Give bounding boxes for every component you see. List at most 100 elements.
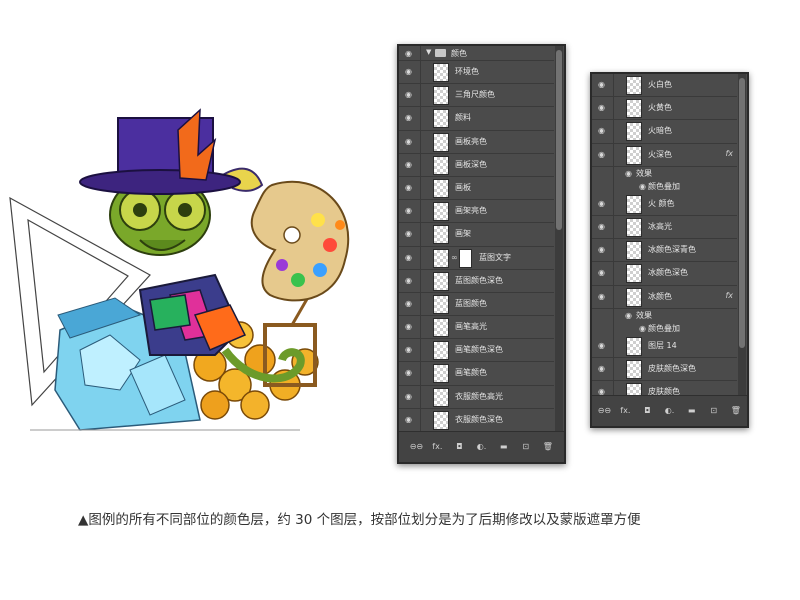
- eye-icon[interactable]: ◉: [624, 311, 633, 320]
- layer-row[interactable]: ◉ 冰颜色深色: [592, 262, 737, 286]
- eye-icon[interactable]: ◉: [404, 276, 413, 285]
- layer-thumbnail: [626, 99, 642, 119]
- adjustment-layer-icon[interactable]: ◐.: [476, 432, 487, 462]
- layer-row[interactable]: ◉ 冰颜色深青色: [592, 239, 737, 263]
- fx-icon[interactable]: fx.: [620, 396, 631, 426]
- eye-icon[interactable]: ◉: [404, 90, 413, 99]
- layer-row[interactable]: ◉ 皮肤颜色深色: [592, 357, 737, 382]
- layer-list[interactable]: ◉ 火白色 ◉ 火黄色 ◉ 火暗色 ◉ 火深色 fx ◉ 效果 ◉ 颜色叠加 ◉ 火 颜色 ◉ 冰高光 ◉ 冰颜色深…: [592, 74, 737, 396]
- divider: [420, 107, 421, 130]
- eye-icon[interactable]: ◉: [404, 183, 413, 192]
- scrollbar-thumb[interactable]: [556, 50, 562, 230]
- eye-icon[interactable]: ◉: [638, 324, 647, 333]
- new-layer-icon[interactable]: ⊡: [520, 432, 531, 462]
- layer-row[interactable]: ◉ 画板深色: [399, 153, 554, 177]
- eye-icon[interactable]: ◉: [638, 182, 647, 191]
- layer-name: 画板深色: [455, 159, 487, 169]
- layer-row[interactable]: ◉ 火 颜色: [592, 192, 737, 216]
- layer-name: 皮肤颜色深色: [648, 363, 696, 373]
- delete-layer-icon[interactable]: 🗑: [730, 396, 741, 426]
- layer-row[interactable]: ◉ 画架: [399, 223, 554, 247]
- layer-row[interactable]: ◉ 画笔高光: [399, 316, 554, 340]
- new-group-icon[interactable]: ▬: [498, 432, 509, 462]
- eye-icon[interactable]: ◉: [404, 67, 413, 76]
- link-layers-icon[interactable]: ⊖⊖: [598, 396, 611, 426]
- adjustment-layer-icon[interactable]: ◐.: [664, 396, 675, 426]
- eye-icon[interactable]: ◉: [404, 206, 413, 215]
- layer-row[interactable]: ◉ 颜料: [399, 107, 554, 131]
- layer-row[interactable]: ◉ 环境色: [399, 61, 554, 85]
- eye-icon[interactable]: ◉: [597, 268, 606, 277]
- layer-row[interactable]: ◉ 画板亮色: [399, 130, 554, 154]
- eye-icon[interactable]: ◉: [597, 364, 606, 373]
- paint-palette: [250, 180, 350, 302]
- eye-icon[interactable]: ◉: [597, 341, 606, 350]
- layer-row[interactable]: ◉ 画架亮色: [399, 200, 554, 224]
- layer-row[interactable]: ◉ 画笔颜色: [399, 362, 554, 386]
- new-group-icon[interactable]: ▬: [686, 396, 697, 426]
- layer-group-row[interactable]: ◉ ▼ 颜色: [399, 46, 554, 61]
- layer-row[interactable]: ◉ 三角尺颜色: [399, 84, 554, 108]
- fx-badge-icon[interactable]: fx: [725, 149, 733, 158]
- scrollbar[interactable]: [738, 74, 746, 396]
- layer-row[interactable]: ◉ 画笔颜色深色: [399, 339, 554, 363]
- divider: [420, 176, 421, 200]
- eye-icon[interactable]: ◉: [597, 103, 606, 112]
- divider: [420, 61, 421, 84]
- effects-row[interactable]: ◉ 效果: [592, 166, 737, 180]
- delete-layer-icon[interactable]: 🗑: [542, 432, 553, 462]
- layer-mask-thumbnail[interactable]: [459, 248, 472, 268]
- fx-badge-icon[interactable]: fx: [725, 291, 733, 300]
- layers-toolbar: ⊖⊖ fx. ◘ ◐. ▬ ⊡ 🗑: [592, 395, 747, 426]
- effect-row[interactable]: ◉ 颜色叠加: [592, 179, 737, 193]
- layer-row[interactable]: ◉ 皮肤颜色: [592, 381, 737, 396]
- eye-icon[interactable]: ◉: [404, 49, 413, 58]
- eye-icon[interactable]: ◉: [597, 222, 606, 231]
- layer-row[interactable]: ◉ 衣服颜色深色: [399, 408, 554, 432]
- eye-icon[interactable]: ◉: [404, 322, 413, 331]
- eye-icon[interactable]: ◉: [404, 415, 413, 424]
- caret-down-icon[interactable]: ▼: [426, 48, 431, 56]
- new-layer-icon[interactable]: ⊡: [708, 396, 719, 426]
- layer-row[interactable]: ◉ 冰颜色 fx: [592, 285, 737, 309]
- layer-name: 环境色: [455, 67, 479, 76]
- layer-row[interactable]: ◉ 蓝图颜色: [399, 292, 554, 317]
- layer-row[interactable]: ◉ ∞ 蓝图文字: [399, 246, 554, 270]
- layer-row[interactable]: ◉ 图层 14: [592, 334, 737, 358]
- eye-icon[interactable]: ◉: [404, 299, 413, 308]
- eye-icon[interactable]: ◉: [404, 137, 413, 146]
- layer-row[interactable]: ◉ 火黄色: [592, 97, 737, 121]
- scrollbar[interactable]: [555, 46, 563, 432]
- effects-row[interactable]: ◉ 效果: [592, 308, 737, 322]
- eye-icon[interactable]: ◉: [404, 392, 413, 401]
- eye-icon[interactable]: ◉: [404, 345, 413, 354]
- scrollbar-thumb[interactable]: [739, 78, 745, 348]
- eye-icon[interactable]: ◉: [597, 80, 606, 89]
- layer-row[interactable]: ◉ 火白色: [592, 74, 737, 98]
- fx-icon[interactable]: fx.: [432, 432, 443, 462]
- eye-icon[interactable]: ◉: [597, 150, 606, 159]
- effect-row[interactable]: ◉ 颜色叠加: [592, 321, 737, 335]
- layer-row[interactable]: ◉ 火深色 fx: [592, 143, 737, 167]
- eye-icon[interactable]: ◉: [404, 160, 413, 169]
- eye-icon[interactable]: ◉: [404, 253, 413, 262]
- eye-icon[interactable]: ◉: [404, 368, 413, 377]
- layer-row[interactable]: ◉ 蓝图颜色深色: [399, 269, 554, 293]
- link-layers-icon[interactable]: ⊖⊖: [410, 432, 423, 462]
- add-mask-icon[interactable]: ◘: [454, 432, 465, 462]
- eye-icon[interactable]: ◉: [597, 199, 606, 208]
- layer-name: 画架: [455, 229, 471, 239]
- layer-name: 火深色: [648, 149, 672, 159]
- eye-icon[interactable]: ◉: [597, 245, 606, 254]
- layer-list[interactable]: ◉ ▼ 颜色 ◉ 环境色 ◉ 三角尺颜色 ◉ 颜料 ◉ 画板亮色 ◉ 画板深色 ◉ 画板 ◉ 画架亮色 ◉ 画…: [399, 46, 554, 432]
- eye-icon[interactable]: ◉: [404, 113, 413, 122]
- eye-icon[interactable]: ◉: [624, 169, 633, 178]
- eye-icon[interactable]: ◉: [404, 229, 413, 238]
- layer-row[interactable]: ◉ 冰高光: [592, 215, 737, 240]
- layer-row[interactable]: ◉ 画板: [399, 176, 554, 201]
- layer-row[interactable]: ◉ 衣服颜色高光: [399, 385, 554, 409]
- add-mask-icon[interactable]: ◘: [642, 396, 653, 426]
- eye-icon[interactable]: ◉: [597, 292, 606, 301]
- layer-row[interactable]: ◉ 火暗色: [592, 120, 737, 144]
- eye-icon[interactable]: ◉: [597, 126, 606, 135]
